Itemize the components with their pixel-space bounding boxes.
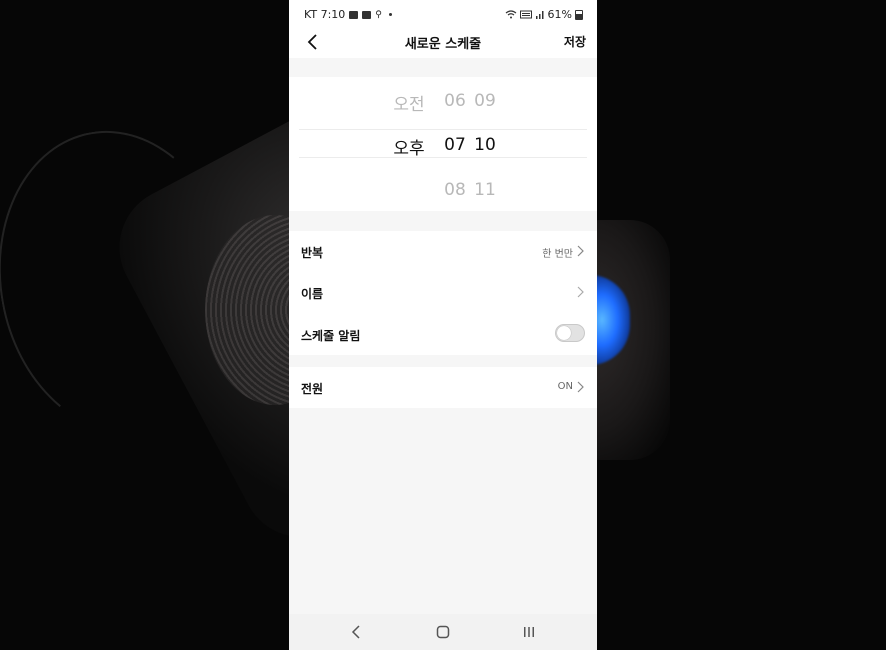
page-title: 새로운 스케줄 [404,37,482,52]
notification-label: 스케줄 알림 [301,329,361,343]
chevron-right-icon [577,286,584,298]
repeat-row[interactable]: 반복 한 번만 [289,231,597,271]
carrier-time: KT 7:10 [304,8,346,21]
chevron-right-icon [577,245,584,257]
message-notification-icon [362,10,372,19]
save-button[interactable]: 저장 [564,33,586,50]
minute-above[interactable]: 09 [470,91,500,111]
chevron-right-icon [577,381,584,393]
repeat-value: 한 번만 [542,249,573,260]
toggle-knob [557,326,571,340]
minute-selected[interactable]: 10 [470,135,500,155]
system-nav-bar [289,614,597,650]
ampm-above[interactable]: 오전 [389,90,429,115]
repeat-label: 반복 [301,246,324,260]
nav-home-icon[interactable] [435,624,451,640]
battery-percent: 61% [547,8,572,21]
ampm-selected[interactable]: 오후 [389,134,429,159]
time-picker[interactable]: 오전 오후 06 07 08 09 10 11 [289,77,597,211]
signal-icon [535,11,544,19]
status-bar: KT 7:10 ⚲ 61% [289,0,597,28]
power-card: 전원 ON [289,367,597,408]
hour-above[interactable]: 06 [440,91,470,111]
notification-toggle[interactable] [555,324,585,342]
gallery-notification-icon [349,10,359,19]
picker-selection-bottom-line [299,157,587,158]
power-label: 전원 [301,382,324,396]
minute-below[interactable]: 11 [470,180,500,200]
more-notifications-icon [388,13,392,16]
power-row[interactable]: 전원 ON [289,367,597,407]
app-header: 새로운 스케줄 저장 [289,28,597,58]
nav-recents-icon[interactable] [521,624,537,640]
hour-below[interactable]: 08 [440,180,470,200]
volte-icon [519,10,532,19]
name-row[interactable]: 이름 [289,272,597,312]
power-value: ON [557,381,573,392]
nav-back-icon[interactable] [349,624,365,640]
name-label: 이름 [301,287,324,301]
notification-row: 스케줄 알림 [289,314,597,354]
battery-icon [575,9,583,20]
wifi-icon [505,10,516,19]
schedule-settings-card: 반복 한 번만 이름 스케줄 알림 [289,231,597,355]
hour-selected[interactable]: 07 [440,135,470,155]
phone-screen: KT 7:10 ⚲ 61% 새로운 스케줄 저장 오전 오후 06 07 08 … [289,0,597,650]
usb-notification-icon: ⚲ [375,9,382,20]
picker-selection-top-line [299,129,587,130]
